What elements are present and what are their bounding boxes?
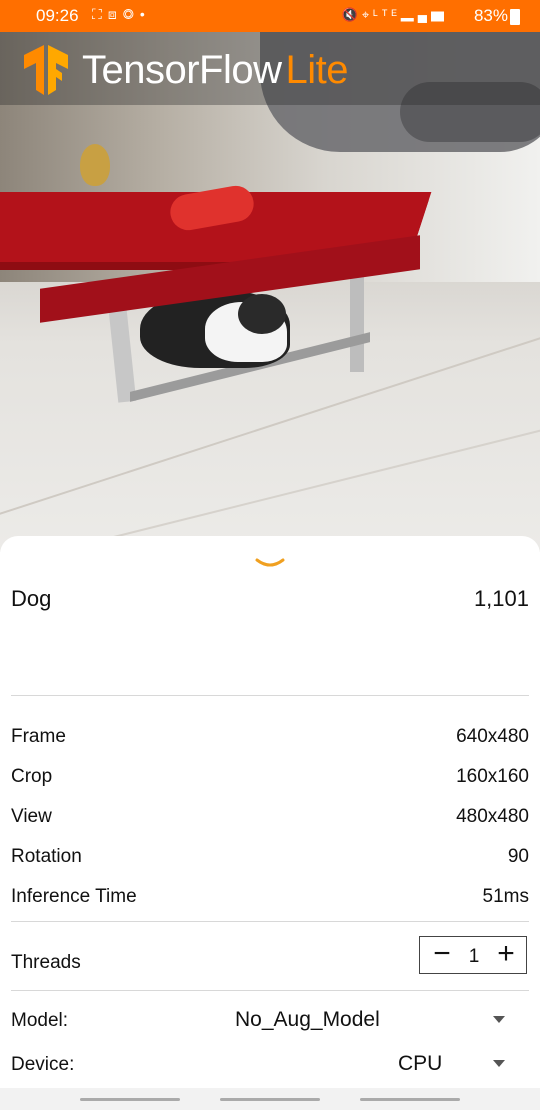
info-label: Inference Time bbox=[11, 886, 137, 907]
info-label: Frame bbox=[11, 726, 66, 747]
threads-count: 1 bbox=[468, 946, 480, 967]
divider bbox=[11, 695, 529, 696]
brand: TensorFlow Lite bbox=[22, 45, 349, 95]
mute-icon: 🔇 bbox=[341, 7, 362, 22]
info-value: 480x480 bbox=[456, 806, 529, 827]
battery-percent: 83% bbox=[473, 6, 508, 25]
dropdown-arrow-icon bbox=[493, 1016, 505, 1023]
info-label: Crop bbox=[11, 766, 53, 787]
dot-icon: • bbox=[139, 6, 151, 22]
status-left-icons: ⛶⧈◎• bbox=[92, 6, 151, 23]
nav-recents-button[interactable] bbox=[80, 1098, 180, 1101]
result-score: 1,101 bbox=[473, 586, 529, 611]
bottom-sheet: Dog 1,101 Frame 640x480 Crop 160x160 Vie… bbox=[0, 536, 540, 1110]
dropdown-arrow-icon bbox=[493, 1060, 505, 1067]
app-bar: TensorFlow Lite bbox=[0, 32, 540, 105]
nav-back-button[interactable] bbox=[360, 1098, 460, 1101]
status-bar: 09:26 ⛶⧈◎• 🔇⌖ᴸᵀᴱ▂▄▆ 83% bbox=[0, 0, 540, 32]
threads-stepper: − 1 + bbox=[419, 936, 527, 974]
info-label: Rotation bbox=[11, 846, 82, 867]
brand-name: TensorFlow bbox=[82, 47, 282, 92]
status-time: 09:26 bbox=[36, 6, 79, 25]
result-label: Dog bbox=[11, 586, 52, 611]
battery-icon bbox=[510, 9, 520, 25]
chevron-down-icon[interactable] bbox=[254, 556, 286, 572]
threads-increment-button[interactable]: + bbox=[492, 939, 520, 970]
info-value: 160x160 bbox=[456, 766, 529, 787]
signal-icon: ▂▄▆ bbox=[400, 7, 448, 22]
nfc-icon: ◎ bbox=[122, 6, 140, 22]
tensorflow-logo-icon bbox=[24, 45, 68, 95]
brand-accent: Lite bbox=[285, 47, 349, 92]
screenshot-icon: ⛶ bbox=[92, 6, 108, 22]
device-label: Device: bbox=[11, 1054, 75, 1075]
nav-home-button[interactable] bbox=[220, 1098, 320, 1101]
floor-line bbox=[0, 417, 540, 552]
device-selected: CPU bbox=[398, 1052, 443, 1075]
device-dropdown[interactable]: CPU bbox=[211, 1050, 529, 1082]
status-right-icons: 🔇⌖ᴸᵀᴱ▂▄▆ bbox=[342, 7, 448, 23]
model-selected: No_Aug_Model bbox=[235, 1008, 380, 1031]
screen-record-icon: ⧈ bbox=[107, 6, 123, 22]
info-value: 640x480 bbox=[456, 726, 529, 747]
model-dropdown[interactable]: No_Aug_Model bbox=[211, 1006, 529, 1038]
info-value: 51ms bbox=[482, 886, 529, 907]
threads-decrement-button[interactable]: − bbox=[428, 939, 456, 970]
model-label: Model: bbox=[11, 1010, 69, 1031]
navigation-bar bbox=[0, 1088, 540, 1110]
table-leg bbox=[350, 272, 364, 372]
divider bbox=[11, 990, 529, 991]
threads-label: Threads bbox=[11, 952, 81, 973]
divider bbox=[11, 921, 529, 922]
info-label: View bbox=[11, 806, 52, 827]
camera-preview: TensorFlow Lite bbox=[0, 32, 540, 552]
location-icon: ⌖ bbox=[361, 7, 374, 22]
volte-icon: ᴸᵀᴱ bbox=[373, 7, 401, 22]
cat-head bbox=[238, 294, 286, 334]
info-value: 90 bbox=[507, 846, 529, 867]
vase-shape bbox=[80, 144, 110, 186]
